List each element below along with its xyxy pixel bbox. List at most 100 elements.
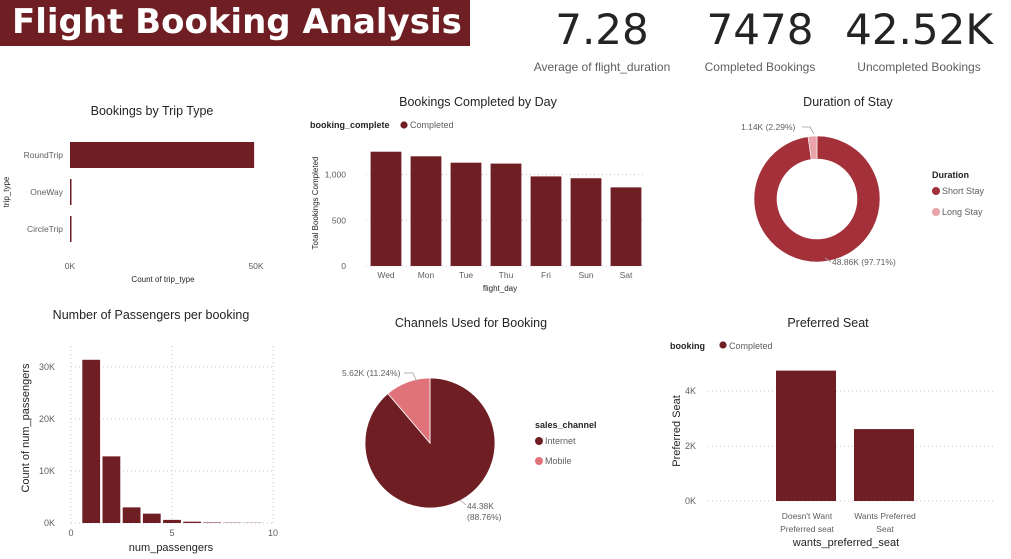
- legend-label: Mobile: [545, 456, 572, 466]
- bar: [183, 521, 202, 523]
- chart-title: Preferred Seat: [787, 316, 869, 330]
- y-tick-label: CircleTrip: [27, 224, 63, 234]
- bar: [203, 522, 222, 523]
- bar: [490, 163, 522, 266]
- chart-trip-type[interactable]: Bookings by Trip Type RoundTrip OneWay Circ…: [0, 92, 300, 292]
- bar: [854, 429, 914, 501]
- legend-title: booking: [670, 341, 705, 351]
- y-tick-label: 10K: [39, 466, 55, 476]
- x-tick-label: Sat: [620, 270, 633, 280]
- chart-passengers[interactable]: Number of Passengers per booking 0K 10K 20K…: [0, 300, 300, 559]
- kpi-avg-flight-duration[interactable]: 7.28 Average of flight_duration: [520, 5, 684, 75]
- x-tick-label: Sun: [578, 270, 593, 280]
- legend-marker: [932, 187, 940, 195]
- bar: [142, 513, 161, 523]
- x-tick-label: Fri: [541, 270, 551, 280]
- bar: [70, 216, 72, 242]
- bar: [102, 456, 121, 523]
- legend-title: sales_channel: [535, 420, 597, 430]
- chart-title: Bookings Completed by Day: [399, 95, 557, 109]
- x-tick-label: Mon: [418, 270, 435, 280]
- kpi-label: Average of flight_duration: [533, 60, 671, 74]
- legend-marker: [719, 341, 727, 349]
- y-tick-label: 1,000: [325, 170, 347, 180]
- y-tick-label: 20K: [39, 414, 55, 424]
- y-tick-label: 0K: [44, 518, 55, 528]
- x-axis-title: Count of trip_type: [131, 275, 195, 284]
- x-tick-label: Doesn't Want: [782, 511, 833, 521]
- x-tick-label: 50K: [248, 261, 263, 271]
- legend-marker: [932, 208, 940, 216]
- dashboard-title: Flight Booking Analysis: [0, 0, 470, 46]
- legend-marker: [535, 457, 543, 465]
- data-label: 48.86K (97.71%): [832, 257, 896, 267]
- y-axis-title: Count of num_passengers: [20, 363, 32, 493]
- bar: [410, 156, 442, 266]
- bar: [70, 142, 255, 168]
- data-label: (88.76%): [467, 512, 502, 522]
- x-tick-label: 0: [68, 528, 73, 538]
- legend-label: Long Stay: [942, 207, 983, 217]
- bar: [450, 162, 482, 266]
- bar: [82, 359, 101, 523]
- chart-duration-of-stay[interactable]: Duration of Stay 48.86K (97.71%) 1.14K (2.…: [660, 88, 1011, 288]
- kpi-label: Completed Bookings: [704, 60, 816, 74]
- y-tick-label: 4K: [685, 386, 696, 396]
- kpi-value: 7.28: [555, 5, 649, 54]
- chart-preferred-seat[interactable]: Preferred Seat booking Completed 0K 2K 4K Does…: [660, 305, 1011, 559]
- chart-title: Duration of Stay: [803, 95, 893, 109]
- chart-channels[interactable]: Channels Used for Booking 5.62K (11.24%) 4…: [300, 305, 660, 545]
- y-axis-title: Total Bookings Completed: [311, 157, 320, 250]
- bar: [570, 178, 602, 266]
- x-axis-title: num_passengers: [129, 542, 214, 554]
- kpi-label: Uncompleted Bookings: [857, 60, 981, 74]
- bar: [122, 507, 141, 523]
- y-tick-label: RoundTrip: [24, 150, 64, 160]
- x-tick-label: 5: [169, 528, 174, 538]
- y-tick-label: 0: [341, 261, 346, 271]
- x-tick-label: 0K: [65, 261, 76, 271]
- x-tick-label: Seat: [876, 524, 894, 534]
- y-tick-label: 2K: [685, 441, 696, 451]
- legend-label: Completed: [729, 341, 773, 351]
- bar: [776, 370, 836, 501]
- kpi-value: 42.52K: [845, 5, 993, 54]
- x-tick-label: 10: [268, 528, 278, 538]
- y-tick-label: 500: [332, 215, 346, 225]
- chart-title: Number of Passengers per booking: [53, 308, 250, 322]
- legend-marker: [535, 437, 543, 445]
- y-tick-label: 0K: [685, 496, 696, 506]
- legend-marker: [400, 121, 408, 129]
- data-label: 44.38K: [467, 501, 494, 511]
- x-tick-label: Wants Preferred: [854, 511, 916, 521]
- kpi-completed-bookings[interactable]: 7478 Completed Bookings: [690, 5, 830, 75]
- bar: [530, 176, 562, 266]
- bar: [370, 151, 402, 266]
- data-label: 5.62K (11.24%): [342, 368, 401, 378]
- y-tick-label: OneWay: [30, 187, 64, 197]
- chart-title: Bookings by Trip Type: [91, 104, 214, 118]
- bar: [610, 187, 642, 266]
- x-tick-label: Preferred seat: [780, 524, 834, 534]
- y-axis-title: Preferred Seat: [671, 395, 683, 467]
- x-tick-label: Tue: [459, 270, 474, 280]
- leader-line: [802, 126, 815, 135]
- x-axis-title: flight_day: [483, 284, 517, 293]
- x-axis-title: wants_preferred_seat: [792, 537, 899, 549]
- data-label: 1.14K (2.29%): [741, 122, 796, 132]
- chart-title: Channels Used for Booking: [395, 316, 547, 330]
- legend-title: Duration: [932, 170, 969, 180]
- x-tick-label: Wed: [377, 270, 395, 280]
- legend-title: booking_complete: [310, 120, 390, 130]
- legend-label: Completed: [410, 120, 454, 130]
- legend-label: Short Stay: [942, 186, 985, 196]
- leader-line: [459, 499, 467, 506]
- bar: [70, 179, 72, 205]
- bar: [163, 519, 181, 523]
- y-tick-label: 30K: [39, 362, 55, 372]
- kpi-uncompleted-bookings[interactable]: 42.52K Uncompleted Bookings: [845, 5, 993, 75]
- kpi-value: 7478: [706, 5, 814, 54]
- chart-completed-by-day[interactable]: Bookings Completed by Day booking_complet…: [300, 88, 660, 298]
- x-tick-label: Thu: [499, 270, 514, 280]
- legend-label: Internet: [545, 436, 576, 446]
